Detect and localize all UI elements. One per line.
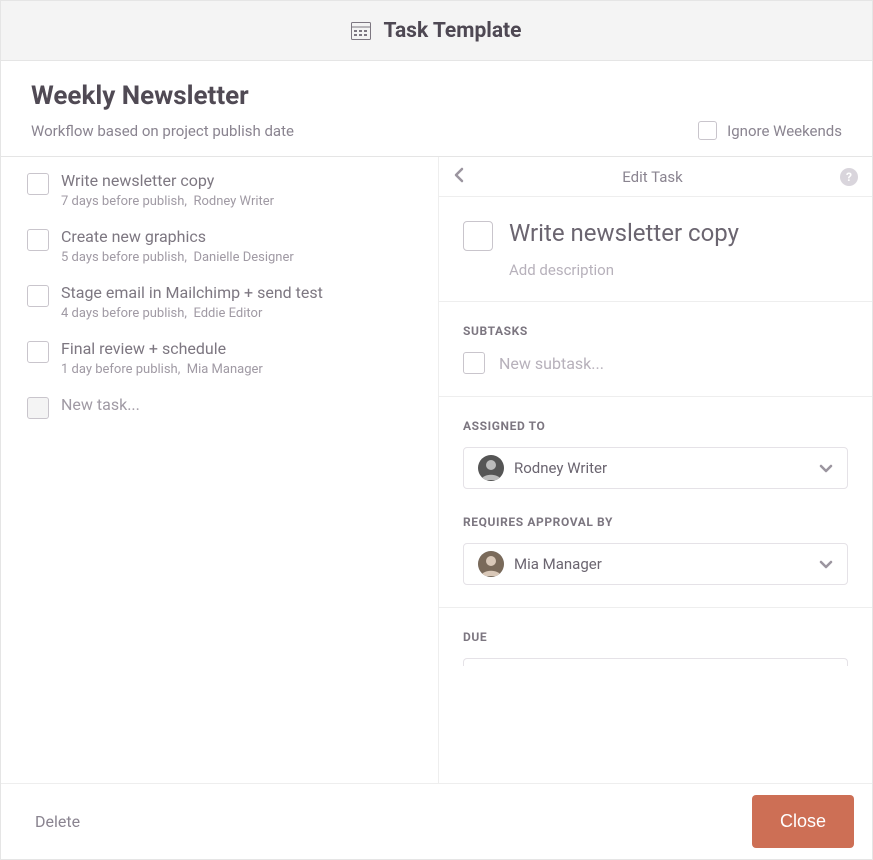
- task-row[interactable]: Stage email in Mailchimp + send test 4 d…: [27, 283, 420, 321]
- chevron-down-icon: [819, 459, 833, 478]
- new-task-placeholder[interactable]: New task...: [61, 395, 420, 414]
- edit-task-header-title: Edit Task: [622, 168, 682, 186]
- template-icon: [351, 22, 371, 40]
- modal-header: Task Template: [1, 1, 872, 61]
- modal-title: Task Template: [383, 19, 521, 43]
- task-row[interactable]: Write newsletter copy 7 days before publ…: [27, 171, 420, 209]
- new-subtask-placeholder[interactable]: New subtask...: [499, 354, 604, 373]
- subtasks-section: SUBTASKS New subtask...: [439, 301, 872, 396]
- edit-task-checkbox[interactable]: [463, 221, 493, 251]
- new-task-checkbox: [27, 397, 49, 419]
- new-subtask-row[interactable]: New subtask...: [463, 352, 848, 374]
- task-title: Write newsletter copy: [61, 171, 420, 190]
- task-title: Final review + schedule: [61, 339, 420, 358]
- workflow-row: Workflow based on project publish date I…: [31, 121, 842, 140]
- avatar: [478, 551, 504, 577]
- assigned-to-section: ASSIGNED TO Rodney Writer REQUIRES APPRO…: [439, 396, 872, 607]
- task-subtext: 1 day before publish, Mia Manager: [61, 362, 420, 377]
- subtasks-label: SUBTASKS: [463, 324, 848, 338]
- workflow-basis-text: Workflow based on project publish date: [31, 122, 294, 140]
- ignore-weekends-label: Ignore Weekends: [727, 122, 842, 140]
- chevron-down-icon: [819, 555, 833, 574]
- task-list-panel[interactable]: Write newsletter copy 7 days before publ…: [1, 157, 438, 783]
- task-row[interactable]: Final review + schedule 1 day before pub…: [27, 339, 420, 377]
- back-icon[interactable]: [453, 167, 465, 187]
- due-select[interactable]: [463, 658, 848, 666]
- edit-task-body: Write newsletter copy Add description: [439, 197, 872, 301]
- avatar: [478, 455, 504, 481]
- task-checkbox[interactable]: [27, 341, 49, 363]
- new-task-row[interactable]: New task...: [27, 395, 420, 419]
- edit-task-header: Edit Task ?: [439, 157, 872, 197]
- modal-footer: Delete Close: [1, 783, 872, 859]
- add-description-field[interactable]: Add description: [509, 261, 848, 279]
- help-icon[interactable]: ?: [840, 168, 858, 186]
- requires-approval-select[interactable]: Mia Manager: [463, 543, 848, 585]
- task-title: Create new graphics: [61, 227, 420, 246]
- due-section: DUE: [439, 607, 872, 688]
- assigned-to-value: Rodney Writer: [514, 459, 607, 477]
- subtask-checkbox[interactable]: [463, 352, 485, 374]
- assigned-to-select[interactable]: Rodney Writer: [463, 447, 848, 489]
- edit-task-title[interactable]: Write newsletter copy: [509, 219, 739, 251]
- task-row[interactable]: Create new graphics 5 days before publis…: [27, 227, 420, 265]
- task-subtext: 5 days before publish, Danielle Designer: [61, 250, 420, 265]
- ignore-weekends-checkbox[interactable]: [698, 121, 717, 140]
- task-template-modal: Task Template Weekly Newsletter Workflow…: [0, 0, 873, 860]
- edit-task-panel[interactable]: Edit Task ? Write newsletter copy Add de…: [438, 157, 872, 783]
- task-checkbox[interactable]: [27, 173, 49, 195]
- task-list: Write newsletter copy 7 days before publ…: [1, 157, 438, 457]
- assigned-to-label: ASSIGNED TO: [463, 419, 848, 433]
- ignore-weekends-toggle[interactable]: Ignore Weekends: [698, 121, 842, 140]
- task-subtext: 4 days before publish, Eddie Editor: [61, 306, 420, 321]
- task-checkbox[interactable]: [27, 285, 49, 307]
- template-name[interactable]: Weekly Newsletter: [31, 81, 842, 111]
- columns: Write newsletter copy 7 days before publ…: [1, 156, 872, 783]
- edit-task-title-row: Write newsletter copy: [463, 219, 848, 251]
- requires-approval-label: REQUIRES APPROVAL BY: [463, 515, 848, 529]
- template-meta: Weekly Newsletter Workflow based on proj…: [1, 61, 872, 156]
- task-title: Stage email in Mailchimp + send test: [61, 283, 420, 302]
- task-subtext: 7 days before publish, Rodney Writer: [61, 194, 420, 209]
- requires-approval-value: Mia Manager: [514, 555, 602, 573]
- modal-title-group: Task Template: [351, 19, 521, 43]
- close-button[interactable]: Close: [752, 795, 854, 848]
- task-checkbox[interactable]: [27, 229, 49, 251]
- due-label: DUE: [463, 630, 848, 644]
- delete-button[interactable]: Delete: [35, 812, 80, 831]
